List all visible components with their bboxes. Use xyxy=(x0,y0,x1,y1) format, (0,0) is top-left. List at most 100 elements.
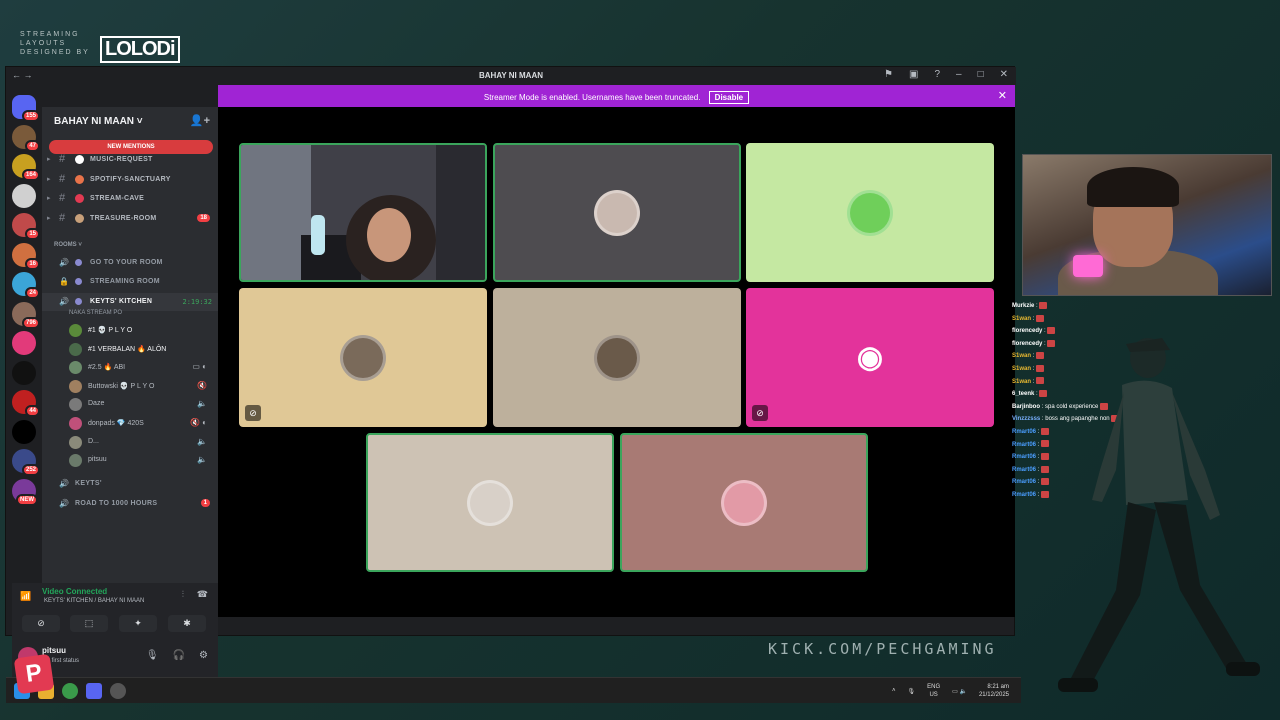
voice-member[interactable]: D... 🔈 xyxy=(67,433,213,451)
server-badge: 164 xyxy=(21,169,40,181)
video-tile[interactable] xyxy=(366,433,614,572)
video-tile[interactable] xyxy=(239,143,487,282)
voice-member[interactable]: #1 💀 P L Y O xyxy=(67,321,213,339)
server-icon[interactable]: 44 xyxy=(12,390,40,417)
text-channel[interactable]: ▸ # STREAM-CAVE xyxy=(42,190,218,208)
server-icon[interactable]: 796 xyxy=(12,301,40,329)
video-tile[interactable] xyxy=(620,433,868,572)
clock-time[interactable]: 8:21 am xyxy=(987,684,1009,690)
emote-icon xyxy=(1036,314,1045,322)
camera-toggle-button[interactable]: ⊘ xyxy=(22,615,60,632)
call-timer: 2:19:32 xyxy=(182,298,212,306)
channel-label: KEYTS' KITCHEN xyxy=(90,298,153,305)
server-icon[interactable]: 47 xyxy=(12,124,40,152)
voice-member[interactable]: pitsuu 🔈 xyxy=(67,451,213,469)
voice-channel[interactable]: 🔊 ROAD TO 1000 HOURS 1 xyxy=(42,495,218,513)
text-channel[interactable]: ▸ # TREASURE-ROOM 18 xyxy=(42,210,218,228)
chat-username: S1wan xyxy=(1012,378,1032,385)
video-tile[interactable]: ◉ ⊘ xyxy=(746,288,994,427)
chevron-right-icon: ▸ xyxy=(47,195,51,202)
disable-button[interactable]: Disable xyxy=(708,91,750,104)
mic-tray-icon[interactable]: 🎙 xyxy=(908,688,916,695)
video-tile[interactable] xyxy=(746,143,994,282)
server-icon[interactable]: 15 xyxy=(12,213,40,240)
window-icon[interactable]: ▣ xyxy=(909,69,918,80)
activities-button[interactable]: ✦ xyxy=(119,615,157,632)
kick-url: KICK.COM/PECHGAMING xyxy=(768,640,997,658)
server-badge: 252 xyxy=(21,464,40,476)
server-badge: 24 xyxy=(25,287,40,299)
avatar xyxy=(594,334,640,381)
server-icon[interactable]: 164 xyxy=(12,154,40,181)
inbox-icon[interactable]: ⚑ xyxy=(884,69,893,80)
hash-icon: # xyxy=(59,212,66,224)
title-bar: ← → BAHAY NI MAAN ⚑ ▣ ? – □ ✕ xyxy=(6,67,1016,85)
channel-label: KEYTS' xyxy=(75,480,102,487)
channel-label: MUSIC-REQUEST xyxy=(90,156,153,163)
server-icon[interactable]: 155 xyxy=(12,95,40,122)
discord-taskbar-icon[interactable] xyxy=(86,683,102,699)
voice-member[interactable]: Daze 🔈 xyxy=(67,395,213,413)
text-channel[interactable]: ▸ # SPOTIFY-SANCTUARY xyxy=(42,171,218,189)
signal-icon[interactable]: 📶 xyxy=(20,591,31,602)
server-icon[interactable] xyxy=(12,419,36,444)
category-rooms[interactable]: ROOMS ˅ xyxy=(54,242,82,248)
emote-icon xyxy=(1039,301,1048,309)
channel-emoji-icon xyxy=(75,194,84,203)
channel-label: STREAM-CAVE xyxy=(90,195,145,202)
new-mentions-pill[interactable]: NEW MENTIONS xyxy=(49,140,213,154)
voice-channel[interactable]: 🔒 STREAMING ROOM xyxy=(42,273,218,291)
server-icon[interactable] xyxy=(12,183,36,208)
voice-member[interactable]: #2.5 🔥 ABI ▭ ◐ xyxy=(67,358,213,376)
help-icon[interactable]: ? xyxy=(934,69,940,80)
video-stage: ⊘ ◉ ⊘ xyxy=(218,107,1015,617)
server-icon[interactable]: NEW xyxy=(12,478,38,506)
app-icon[interactable] xyxy=(110,683,126,699)
server-badge: 796 xyxy=(21,316,40,329)
channel-emoji-icon xyxy=(75,298,82,305)
voice-status[interactable]: Video Connected xyxy=(42,587,107,596)
noise-suppression-icon[interactable]: ⫶ xyxy=(182,589,184,600)
server-icon[interactable]: 16 xyxy=(12,242,40,270)
disconnect-icon[interactable]: ☎ xyxy=(197,589,208,600)
minimize-icon[interactable]: – xyxy=(956,69,962,80)
microphone-icon[interactable]: 🎙 xyxy=(146,650,159,661)
voice-channel[interactable]: 🔊 GO TO YOUR ROOM xyxy=(42,254,218,272)
channel-label: GO TO YOUR ROOM xyxy=(90,259,163,266)
tray-chevron-icon[interactable]: ˄ xyxy=(892,688,896,694)
language[interactable]: ENG xyxy=(927,684,940,690)
voice-member[interactable]: Buttowski 💀 P L Y O 🔇 xyxy=(67,377,213,395)
voice-member[interactable]: #1 VERBALAN 🔥 ALÔN xyxy=(67,340,213,358)
channel-emoji-icon xyxy=(75,175,84,184)
server-icon[interactable]: 24 xyxy=(12,272,40,299)
channel-label: SPOTIFY-SANCTUARY xyxy=(90,176,171,183)
walking-figure-silhouette xyxy=(1058,338,1260,692)
voice-channel[interactable]: 🔊 KEYTS' xyxy=(42,475,218,493)
server-header[interactable]: BAHAY NI MAAN ˅ 👤+ xyxy=(42,107,218,135)
banner-close-icon[interactable]: ✕ xyxy=(998,89,1007,102)
headphones-icon[interactable]: 🎧 xyxy=(173,650,185,661)
close-icon[interactable]: ✕ xyxy=(1000,69,1008,80)
video-tile[interactable] xyxy=(493,288,741,427)
avatar xyxy=(340,334,386,381)
chrome-icon[interactable] xyxy=(62,683,78,699)
region[interactable]: US xyxy=(929,692,937,698)
participant-video xyxy=(241,145,485,280)
video-tile[interactable]: ⊘ xyxy=(239,288,487,427)
soundboard-button[interactable]: ✱ xyxy=(168,615,206,632)
speaker-icon: 🔊 xyxy=(59,297,69,306)
chat-username: Murkzie xyxy=(1012,303,1035,309)
gear-icon[interactable]: ⚙ xyxy=(199,650,208,661)
server-icon[interactable]: 252 xyxy=(12,449,40,476)
clock-date[interactable]: 21/12/2025 xyxy=(979,692,1009,698)
add-member-icon[interactable]: 👤+ xyxy=(190,114,210,127)
network-icon[interactable]: ▭ 🔈 xyxy=(952,688,967,695)
server-icon[interactable] xyxy=(12,360,36,385)
server-icon[interactable] xyxy=(12,331,36,355)
member-name: Daze xyxy=(88,400,105,408)
video-tile[interactable] xyxy=(493,143,741,282)
voice-channel[interactable]: 🔊 KEYTS' KITCHEN 2:19:32 xyxy=(42,293,218,311)
maximize-icon[interactable]: □ xyxy=(978,69,984,80)
voice-member[interactable]: donpads 💎 420S 🔇 ◐ xyxy=(67,414,213,432)
screen-share-button[interactable]: ⬚ xyxy=(70,615,108,632)
